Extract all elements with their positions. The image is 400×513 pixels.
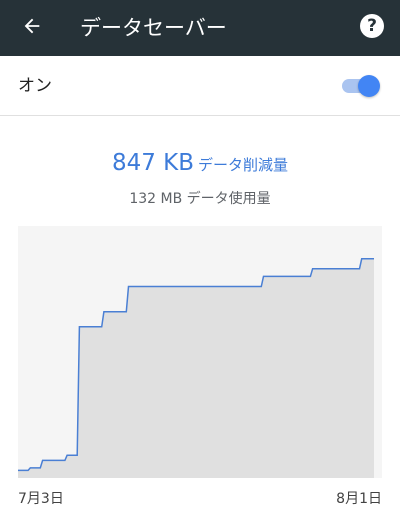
chart-svg: [18, 226, 382, 478]
x-axis-end-label: 8月1日: [336, 491, 382, 507]
data-saver-switch[interactable]: [340, 75, 380, 97]
toolbar: データセーバー ?: [0, 0, 400, 56]
x-axis-start-label: 7月3日: [18, 491, 64, 507]
switch-thumb: [358, 75, 380, 97]
data-saved-label: データ削減量: [198, 156, 289, 174]
help-icon: ?: [367, 16, 377, 36]
data-saved-value: 847 KB: [111, 150, 195, 176]
toggle-label: オン: [18, 76, 52, 96]
data-saver-screen: データセーバー ? オン 847 KB データ削減量 132 MB データ使用量 …: [0, 0, 400, 513]
data-saved-summary: 847 KB データ削減量: [0, 150, 400, 176]
arrow-back-icon: [21, 15, 43, 41]
help-button[interactable]: ?: [360, 14, 384, 38]
page-title: データセーバー: [80, 16, 227, 40]
data-used-summary: 132 MB データ使用量: [129, 191, 271, 207]
back-button[interactable]: [16, 12, 48, 44]
data-savings-chart: [18, 226, 382, 478]
data-saver-toggle-row[interactable]: オン: [0, 56, 400, 116]
